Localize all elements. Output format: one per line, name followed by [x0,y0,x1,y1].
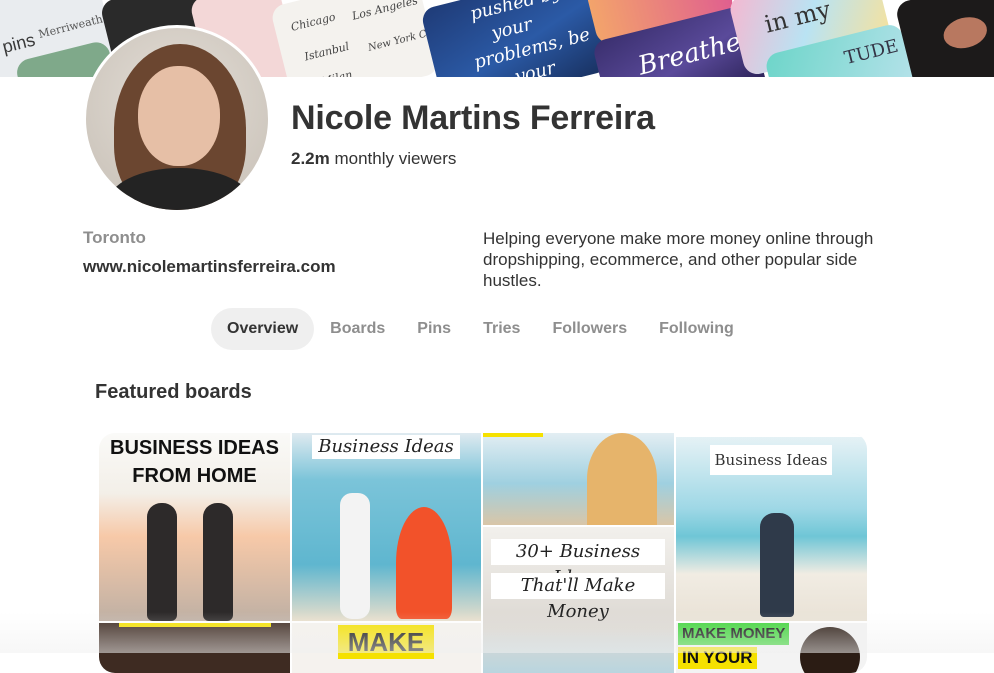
pin-label: That'll Make Money [491,573,665,622]
board-pin-image: MAKE [292,623,481,673]
pin-figure-shape [800,627,860,673]
cover-text: Milan [320,68,354,77]
board-pin-image [99,623,290,673]
monthly-viewers-count: 2.2m [291,149,330,168]
board-pin-image: Business Ideas [676,433,867,621]
profile-location: Toronto [83,228,146,247]
pin-headline: IN YOUR [678,647,757,669]
pin-headline: MAKE MONEY [678,623,790,645]
board-pin-image: 30+ Business Ideas That'll Make Money [483,527,674,673]
cover-text: Breathe [635,27,745,77]
pin-figure-shape [203,503,233,621]
pin-label: Business Ideas [312,435,460,459]
profile-bio: Helping everyone make more money online … [483,229,874,290]
profile-tabs: Overview Boards Pins Tries Followers Fol… [211,308,750,350]
tab-pins[interactable]: Pins [401,308,467,350]
cover-text: TUDE [842,35,901,70]
cover-tile: pushed by your problems, be your [419,0,611,77]
cover-hands-shape [940,12,991,53]
pin-figure-shape [587,433,657,525]
profile-website-link[interactable]: www.nicolemartinsferreira.com [83,257,336,277]
cover-text: Los Angeles [350,0,420,23]
monthly-viewers-label: monthly viewers [334,149,457,168]
board-pin-image: Business Ideas [292,433,481,621]
monthly-viewers: 2.2m monthly viewers [291,149,456,169]
board-pin-image [483,433,674,525]
tab-tries[interactable]: Tries [467,308,536,350]
cover-text: in my [761,0,834,39]
pin-figure-shape [340,493,370,619]
cover-text: Merriweath [37,12,105,41]
pin-figure-shape [396,507,452,619]
cover-tile: Chicago Los Angeles Istanbul Milan New Y… [269,0,441,77]
pin-label: 30+ Business Ideas [491,539,665,588]
cover-text: Istanbul [303,39,351,64]
tab-overview[interactable]: Overview [211,308,315,350]
board-pin-image: BUSINESS IDEAS FROM HOME [99,433,290,621]
pin-label: Business Ideas [710,445,832,475]
profile-avatar[interactable] [83,25,271,213]
featured-boards-title: Featured boards [95,381,252,403]
pin-accent-bar [676,433,867,437]
pin-figure-shape [147,503,177,621]
tab-followers[interactable]: Followers [536,308,643,350]
pin-headline: MAKE [338,625,434,659]
cover-text: pins [0,29,38,57]
cover-text: Chicago [289,10,337,34]
tab-boards[interactable]: Boards [314,308,401,350]
tab-following[interactable]: Following [643,308,750,350]
pin-accent-bar [119,623,271,627]
pin-figure-shape [760,513,794,617]
avatar-face-shape [138,66,220,166]
pin-accent-bar [483,433,543,437]
pin-headline: BUSINESS IDEAS [110,437,279,459]
board-pin-image: MAKE MONEY IN YOUR [676,623,867,673]
featured-board[interactable]: BUSINESS IDEAS FROM HOME Business Ideas … [99,433,867,673]
profile-name: Nicole Martins Ferreira [291,99,655,137]
cover-tile [894,0,994,77]
pin-headline: FROM HOME [132,465,257,487]
